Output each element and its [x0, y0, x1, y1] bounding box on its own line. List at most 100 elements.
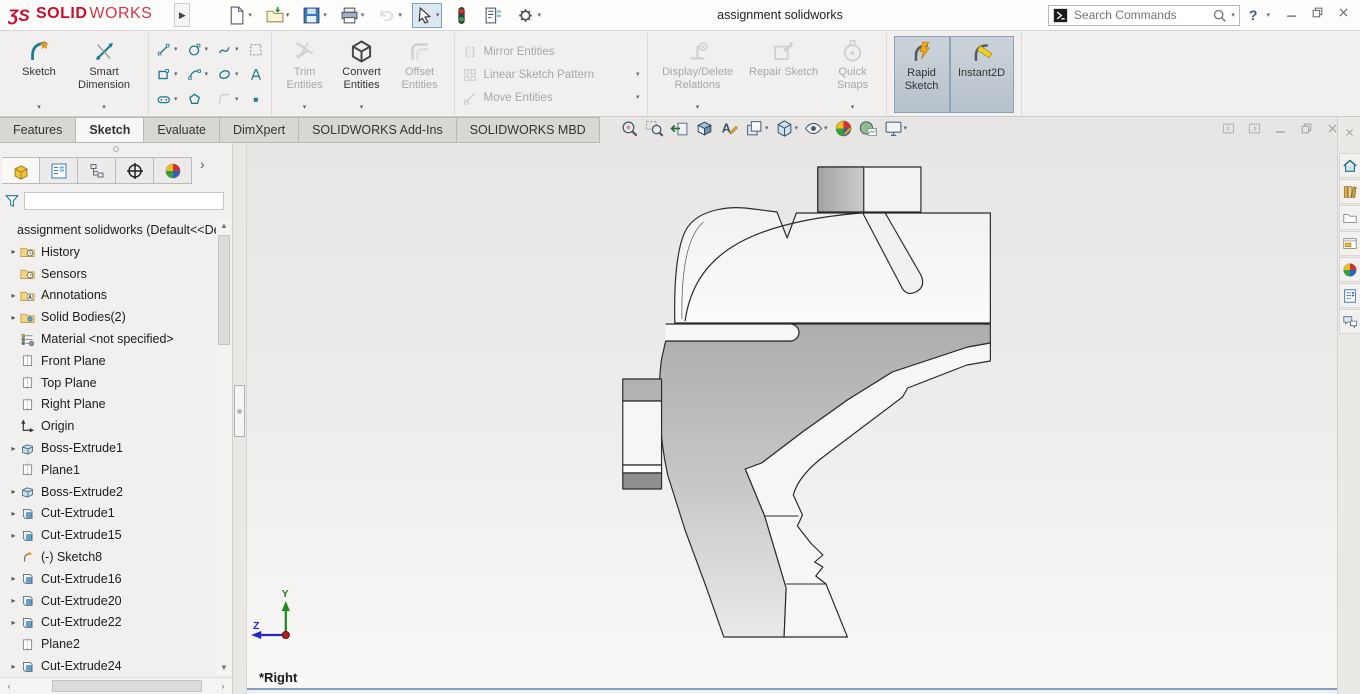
expand-arrow-icon[interactable]: ▸	[7, 618, 20, 627]
restore-document[interactable]	[1300, 122, 1313, 140]
new-document[interactable]: ▾	[224, 3, 255, 28]
display-style[interactable]: ▾	[775, 119, 799, 138]
tree-item[interactable]: ▸ Cut-Extrude1	[0, 503, 216, 525]
ribbon-tab[interactable]: DimXpert	[220, 117, 299, 143]
display-delete-relations[interactable]: Display/Delete Relations ▾	[655, 36, 741, 113]
tree-item[interactable]: ▸ Cut-Extrude24	[0, 655, 216, 676]
polygon[interactable]	[187, 92, 209, 108]
text[interactable]	[248, 67, 264, 83]
solidworks-forum[interactable]	[1339, 309, 1360, 334]
sketch-fillet[interactable]: ▾	[217, 92, 239, 108]
tree-item[interactable]: ▸ Solid Bodies(2)	[0, 306, 216, 328]
zoom-to-fit[interactable]	[620, 119, 639, 138]
edit-appearance[interactable]	[834, 119, 853, 138]
dropdown-caret-icon[interactable]: ▾	[360, 102, 364, 111]
minimize-document[interactable]	[1274, 122, 1287, 140]
panel-expand-chevron-icon[interactable]: ›	[200, 156, 205, 172]
dropdown-caret-icon[interactable]: ▾	[174, 71, 178, 78]
rebuild-traffic-light[interactable]	[449, 3, 474, 28]
dropdown-caret-icon[interactable]: ▾	[795, 125, 799, 132]
tree-filter-input[interactable]	[24, 192, 224, 210]
dropdown-caret-icon[interactable]: ▾	[765, 125, 769, 132]
splitter-handle[interactable]	[234, 385, 245, 437]
rapid-sketch[interactable]: Rapid Sketch	[894, 36, 950, 113]
dropdown-caret-icon[interactable]: ▾	[37, 102, 41, 111]
selection-box[interactable]	[248, 42, 264, 58]
expand-arrow-icon[interactable]: ▸	[7, 291, 20, 300]
search-input[interactable]	[1072, 7, 1208, 23]
help-caret-icon[interactable]: ▾	[1266, 12, 1270, 19]
offset-entities[interactable]: Offset Entities	[393, 36, 447, 113]
undo[interactable]: ▾	[374, 3, 405, 28]
graphics-area[interactable]: Z Y *Right	[247, 143, 1360, 694]
dropdown-caret-icon[interactable]: ▾	[851, 102, 855, 111]
view-orientation[interactable]: ▾	[745, 119, 769, 138]
ell ipse[interactable]: ▾	[217, 67, 239, 83]
line[interactable]: ▾	[156, 42, 178, 58]
appearances-scenes[interactable]	[1339, 257, 1360, 282]
select[interactable]: ▾	[412, 3, 443, 28]
tree-item[interactable]: ▸ A Annotations	[0, 285, 216, 307]
ribbon-tab[interactable]: Evaluate	[144, 117, 220, 143]
help-button[interactable]: ?	[1249, 7, 1258, 23]
dropdown-caret-icon[interactable]: ▾	[235, 96, 239, 103]
expand-arrow-icon[interactable]: ▸	[7, 313, 20, 322]
section-view[interactable]	[695, 119, 714, 138]
repair-sketch[interactable]: Repair Sketch	[741, 36, 827, 113]
dropdown-caret-icon[interactable]: ▾	[248, 12, 252, 19]
expand-arrow-icon[interactable]: ▸	[7, 509, 20, 518]
sketch[interactable]: Sketch ▾	[11, 36, 67, 113]
scrollbar-thumb[interactable]	[52, 680, 202, 692]
dropdown-caret-icon[interactable]: ▾	[205, 46, 209, 53]
linear-sketch-pattern[interactable]: Linear Sketch Pattern ▾	[462, 67, 640, 83]
dropdown-caret-icon[interactable]: ▾	[537, 12, 541, 19]
dropdown-caret-icon[interactable]: ▾	[286, 12, 290, 19]
part-model-3d[interactable]: Z Y	[247, 143, 1360, 688]
tree-item[interactable]: (-) Sketch8	[0, 546, 216, 568]
dropdown-caret-icon[interactable]: ▾	[303, 102, 307, 111]
hide-show-items[interactable]: ▾	[804, 119, 828, 138]
spline[interactable]: ▾	[217, 42, 239, 58]
home[interactable]	[1339, 153, 1360, 178]
expand-arrow-icon[interactable]: ▸	[7, 444, 20, 453]
dropdown-caret-icon[interactable]: ▾	[174, 46, 178, 53]
dropdown-caret-icon[interactable]: ▾	[235, 46, 239, 53]
scrollbar-thumb[interactable]	[218, 235, 230, 345]
apply-scene[interactable]	[859, 119, 878, 138]
file-properties[interactable]	[481, 3, 506, 28]
restore[interactable]	[1311, 6, 1324, 24]
design-library[interactable]	[1339, 179, 1360, 204]
dropdown-caret-icon[interactable]: ▾	[323, 12, 327, 19]
previous-view[interactable]	[670, 119, 689, 138]
file-explorer[interactable]	[1339, 205, 1360, 230]
annotation-views[interactable]: A	[720, 119, 739, 138]
tree-item[interactable]: Top Plane	[0, 372, 216, 394]
tree-item[interactable]: ▸ Cut-Extrude16	[0, 568, 216, 590]
tree-item[interactable]: Material <not specified>	[0, 328, 216, 350]
dropdown-caret-icon[interactable]: ▾	[904, 125, 908, 132]
convert-entities[interactable]: Convert Entities ▾	[331, 36, 393, 113]
ribbon-tab[interactable]: Features	[0, 117, 76, 143]
tree-item[interactable]: ▸ History	[0, 241, 216, 263]
filter-funnel-icon[interactable]	[4, 193, 20, 209]
propertymanager[interactable]	[40, 157, 78, 184]
tree-item[interactable]: Origin	[0, 415, 216, 437]
dropdown-caret-icon[interactable]: ▾	[696, 102, 700, 111]
quick-snaps[interactable]: Quick Snaps ▾	[827, 36, 879, 113]
dropdown-caret-icon[interactable]: ▾	[824, 125, 828, 132]
expand-arrow-icon[interactable]: ▸	[7, 531, 20, 540]
tree-item[interactable]: ▸ Cut-Extrude22	[0, 612, 216, 634]
scroll-left-icon[interactable]: ‹	[2, 679, 16, 694]
tree-item[interactable]: ▸ Boss-Extrude1	[0, 437, 216, 459]
dropdown-caret-icon[interactable]: ▾	[436, 12, 440, 19]
tree-root-item[interactable]: assignment solidworks (Default<<De	[0, 219, 216, 241]
expand-arrow-icon[interactable]: ▸	[7, 574, 20, 583]
search-caret-icon[interactable]: ▾	[1231, 12, 1235, 19]
save[interactable]: ▾	[299, 3, 330, 28]
view-settings[interactable]: ▾	[884, 119, 908, 138]
minimize[interactable]	[1285, 6, 1298, 24]
dropdown-caret-icon[interactable]: ▾	[398, 12, 402, 19]
featuremanager-tree[interactable]	[2, 157, 40, 184]
tree-item[interactable]: Front Plane	[0, 350, 216, 372]
scroll-down-icon[interactable]: ▼	[217, 661, 231, 675]
